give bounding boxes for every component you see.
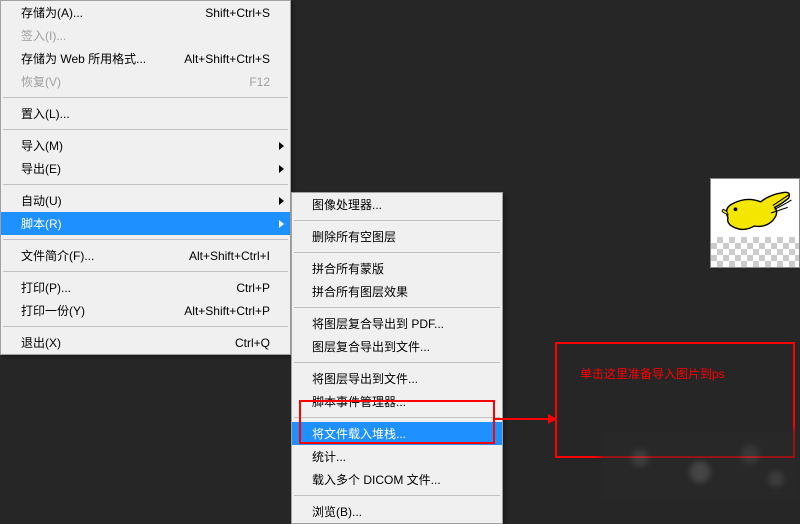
bird-icon [717,185,795,241]
submenu-load-dicom[interactable]: 载入多个 DICOM 文件... [292,468,502,491]
submenu-layer-comps-pdf[interactable]: 将图层复合导出到 PDF... [292,312,502,335]
transparency-checker [711,237,799,267]
scripts-submenu: 图像处理器... 删除所有空图层 拼合所有蒙版 拼合所有图层效果 将图层复合导出… [291,192,503,524]
submenu-arrow-icon [279,197,284,205]
menu-shortcut: Alt+Shift+Ctrl+S [184,52,270,66]
menu-separator [3,326,288,327]
submenu-flatten-masks[interactable]: 拼合所有蒙版 [292,257,502,280]
menu-import[interactable]: 导入(M) [1,134,290,157]
menu-exit[interactable]: 退出(X) Ctrl+Q [1,331,290,354]
file-menu-dropdown: 存储为(A)... Shift+Ctrl+S 签入(I)... 存储为 Web … [0,0,291,355]
menu-shortcut: Alt+Shift+Ctrl+P [184,304,270,318]
menu-label: 统计... [312,448,482,465]
menu-print[interactable]: 打印(P)... Ctrl+P [1,276,290,299]
menu-separator [294,220,500,221]
menu-separator [3,129,288,130]
menu-save-for-web[interactable]: 存储为 Web 所用格式... Alt+Shift+Ctrl+S [1,47,290,70]
menu-label: 存储为 Web 所用格式... [21,50,164,67]
menu-label: 存储为(A)... [21,4,185,21]
menu-label: 浏览(B)... [312,503,482,520]
menu-separator [3,184,288,185]
menu-label: 删除所有空图层 [312,228,482,245]
menu-separator [294,495,500,496]
menu-label: 将图层导出到文件... [312,370,482,387]
menu-separator [3,271,288,272]
menu-shortcut: Shift+Ctrl+S [205,6,270,20]
menu-label: 拼合所有图层效果 [312,283,482,300]
submenu-arrow-icon [279,142,284,150]
menu-label: 图层复合导出到文件... [312,338,482,355]
menu-label: 文件简介(F)... [21,247,169,264]
menu-check-in: 签入(I)... [1,24,290,47]
menu-revert: 恢复(V) F12 [1,70,290,93]
menu-label: 导出(E) [21,160,270,177]
menu-label: 载入多个 DICOM 文件... [312,471,482,488]
menu-label: 自动(U) [21,192,270,209]
submenu-image-processor[interactable]: 图像处理器... [292,193,502,216]
menu-shortcut: Ctrl+P [236,281,270,295]
submenu-arrow-icon [279,220,284,228]
menu-separator [294,252,500,253]
menu-shortcut: F12 [249,75,270,89]
blurred-region [600,430,800,500]
menu-scripts[interactable]: 脚本(R) [1,212,290,235]
submenu-layer-comps-files[interactable]: 图层复合导出到文件... [292,335,502,358]
annotation-highlight-box [299,400,495,444]
menu-save-as[interactable]: 存储为(A)... Shift+Ctrl+S [1,1,290,24]
menu-place[interactable]: 置入(L)... [1,102,290,125]
menu-label: 置入(L)... [21,105,270,122]
submenu-arrow-icon [279,165,284,173]
submenu-delete-empty-layers[interactable]: 删除所有空图层 [292,225,502,248]
menu-file-info[interactable]: 文件简介(F)... Alt+Shift+Ctrl+I [1,244,290,267]
menu-label: 脚本(R) [21,215,270,232]
menu-label: 将图层复合导出到 PDF... [312,315,482,332]
menu-separator [3,239,288,240]
menu-automate[interactable]: 自动(U) [1,189,290,212]
menu-label: 导入(M) [21,137,270,154]
menu-shortcut: Ctrl+Q [235,336,270,350]
submenu-browse[interactable]: 浏览(B)... [292,500,502,523]
menu-export[interactable]: 导出(E) [1,157,290,180]
submenu-flatten-effects[interactable]: 拼合所有图层效果 [292,280,502,303]
menu-print-one[interactable]: 打印一份(Y) Alt+Shift+Ctrl+P [1,299,290,322]
menu-label: 拼合所有蒙版 [312,260,482,277]
menu-label: 退出(X) [21,334,215,351]
menu-label: 打印一份(Y) [21,302,164,319]
menu-shortcut: Alt+Shift+Ctrl+I [189,249,270,263]
canvas-document[interactable] [710,178,800,268]
submenu-export-layers[interactable]: 将图层导出到文件... [292,367,502,390]
menu-label: 恢复(V) [21,73,229,90]
menu-label: 图像处理器... [312,196,482,213]
menu-separator [294,307,500,308]
menu-label: 签入(I)... [21,27,270,44]
annotation-text: 单击这里准备导入图片到ps [580,365,725,382]
submenu-statistics[interactable]: 统计... [292,445,502,468]
menu-separator [3,97,288,98]
annotation-arrow-icon [495,418,555,420]
menu-label: 打印(P)... [21,279,216,296]
menu-separator [294,362,500,363]
